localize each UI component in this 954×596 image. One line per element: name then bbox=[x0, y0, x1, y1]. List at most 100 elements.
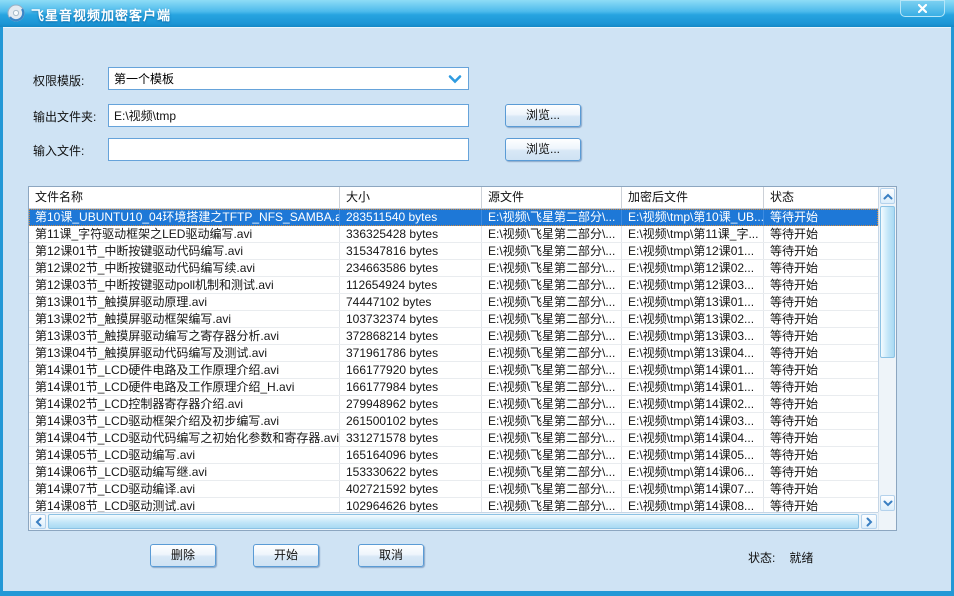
table-cell: 等待开始 bbox=[764, 379, 878, 395]
start-button[interactable]: 开始 bbox=[253, 544, 319, 567]
table-row[interactable]: 第12课02节_中断按键驱动代码编写续.avi234663586 bytesE:… bbox=[29, 260, 878, 277]
table-cell: 336325428 bytes bbox=[340, 226, 482, 242]
table-cell: 等待开始 bbox=[764, 396, 878, 412]
table-cell: 166177920 bytes bbox=[340, 362, 482, 378]
table-cell: E:\视频\飞星第二部分\... bbox=[482, 396, 622, 412]
table-cell: 第14课05节_LCD驱动编写.avi bbox=[29, 447, 340, 463]
table-cell: E:\视频\飞星第二部分\... bbox=[482, 277, 622, 293]
table-row[interactable]: 第13课04节_触摸屏驱动代码编写及测试.avi371961786 bytesE… bbox=[29, 345, 878, 362]
table-cell: 153330622 bytes bbox=[340, 464, 482, 480]
window-title: 飞星音视频加密客户端 bbox=[31, 5, 171, 24]
table-cell: 等待开始 bbox=[764, 243, 878, 259]
table-cell: 165164096 bytes bbox=[340, 447, 482, 463]
table-cell: 166177984 bytes bbox=[340, 379, 482, 395]
scroll-right-button[interactable] bbox=[861, 514, 877, 529]
browse-input-button[interactable]: 浏览... bbox=[505, 138, 581, 161]
column-header[interactable]: 文件名称 bbox=[29, 187, 340, 208]
table-cell: E:\视频\tmp\第14课07... bbox=[622, 481, 764, 497]
table-cell: E:\视频\tmp\第14课02... bbox=[622, 396, 764, 412]
table-row[interactable]: 第12课01节_中断按键驱动代码编写.avi315347816 bytesE:\… bbox=[29, 243, 878, 260]
table-cell: 第14课08节_LCD驱动测试.avi bbox=[29, 498, 340, 512]
output-folder-input[interactable] bbox=[108, 104, 469, 127]
table-row[interactable]: 第14课01节_LCD硬件电路及工作原理介绍.avi166177920 byte… bbox=[29, 362, 878, 379]
scroll-down-button[interactable] bbox=[880, 495, 895, 511]
table-cell: E:\视频\tmp\第14课01... bbox=[622, 379, 764, 395]
table-cell: E:\视频\tmp\第12课03... bbox=[622, 277, 764, 293]
table-cell: 等待开始 bbox=[764, 277, 878, 293]
template-selected-value: 第一个模板 bbox=[114, 70, 448, 87]
close-button[interactable] bbox=[900, 0, 945, 17]
table-cell: 第14课02节_LCD控制器寄存器介绍.avi bbox=[29, 396, 340, 412]
table-cell: E:\视频\tmp\第14课01... bbox=[622, 362, 764, 378]
table-cell: 等待开始 bbox=[764, 464, 878, 480]
scroll-up-button[interactable] bbox=[880, 188, 895, 204]
table-cell: E:\视频\飞星第二部分\... bbox=[482, 294, 622, 310]
app-window: 飞星音视频加密客户端 权限模版: 第一个模板 输出文件夹: 浏览... 输入文件… bbox=[0, 0, 954, 596]
table-cell: 等待开始 bbox=[764, 209, 878, 225]
template-select[interactable]: 第一个模板 bbox=[108, 67, 469, 90]
vertical-scroll-thumb[interactable] bbox=[880, 206, 895, 358]
scroll-left-button[interactable] bbox=[30, 514, 46, 529]
table-cell: 283511540 bytes bbox=[340, 209, 482, 225]
table-cell: E:\视频\tmp\第12课02... bbox=[622, 260, 764, 276]
table-row[interactable]: 第13课03节_触摸屏驱动编写之寄存器分析.avi372868214 bytes… bbox=[29, 328, 878, 345]
table-row[interactable]: 第14课08节_LCD驱动测试.avi102964626 bytesE:\视频\… bbox=[29, 498, 878, 512]
table-cell: 第13课03节_触摸屏驱动编写之寄存器分析.avi bbox=[29, 328, 340, 344]
table-header: 文件名称大小源文件加密后文件状态 bbox=[29, 187, 878, 209]
column-header[interactable]: 大小 bbox=[340, 187, 482, 208]
table-row[interactable]: 第14课04节_LCD驱动代码编写之初始化参数和寄存器.avi331271578… bbox=[29, 430, 878, 447]
table-row[interactable]: 第10课_UBUNTU10_04环境搭建之TFTP_NFS_SAMBA.avi2… bbox=[29, 209, 878, 226]
vertical-scrollbar[interactable] bbox=[878, 187, 896, 512]
table-cell: E:\视频\飞星第二部分\... bbox=[482, 345, 622, 361]
table-cell: 等待开始 bbox=[764, 447, 878, 463]
table-cell: 261500102 bytes bbox=[340, 413, 482, 429]
column-header[interactable]: 状态 bbox=[764, 187, 878, 208]
table-cell: 等待开始 bbox=[764, 498, 878, 512]
table-cell: E:\视频\飞星第二部分\... bbox=[482, 447, 622, 463]
table-row[interactable]: 第14课02节_LCD控制器寄存器介绍.avi279948962 bytesE:… bbox=[29, 396, 878, 413]
column-header[interactable]: 源文件 bbox=[482, 187, 622, 208]
table-cell: E:\视频\tmp\第14课04... bbox=[622, 430, 764, 446]
chevron-left-icon bbox=[35, 517, 42, 527]
table-cell: E:\视频\飞星第二部分\... bbox=[482, 226, 622, 242]
table-row[interactable]: 第14课03节_LCD驱动框架介绍及初步编写.avi261500102 byte… bbox=[29, 413, 878, 430]
table-cell: 234663586 bytes bbox=[340, 260, 482, 276]
table-cell: E:\视频\tmp\第13课04... bbox=[622, 345, 764, 361]
table-cell: E:\视频\飞星第二部分\... bbox=[482, 260, 622, 276]
table-cell: E:\视频\飞星第二部分\... bbox=[482, 498, 622, 512]
delete-button[interactable]: 删除 bbox=[150, 544, 216, 567]
table-cell: 279948962 bytes bbox=[340, 396, 482, 412]
table-row[interactable]: 第12课03节_中断按键驱动poll机制和测试.avi112654924 byt… bbox=[29, 277, 878, 294]
table-cell: 第13课04节_触摸屏驱动代码编写及测试.avi bbox=[29, 345, 340, 361]
horizontal-scrollbar[interactable] bbox=[29, 512, 878, 530]
table-cell: E:\视频\tmp\第14课05... bbox=[622, 447, 764, 463]
table-row[interactable]: 第11课_字符驱动框架之LED驱动编写.avi336325428 bytesE:… bbox=[29, 226, 878, 243]
table-cell: 等待开始 bbox=[764, 226, 878, 242]
table-cell: 第12课01节_中断按键驱动代码编写.avi bbox=[29, 243, 340, 259]
status-label: 状态: bbox=[748, 551, 775, 565]
output-folder-label: 输出文件夹: bbox=[33, 108, 96, 125]
input-file-input[interactable] bbox=[108, 138, 469, 161]
table-row[interactable]: 第14课01节_LCD硬件电路及工作原理介绍_H.avi166177984 by… bbox=[29, 379, 878, 396]
table-cell: E:\视频\tmp\第11课_字... bbox=[622, 226, 764, 242]
column-header[interactable]: 加密后文件 bbox=[622, 187, 764, 208]
table-cell: 112654924 bytes bbox=[340, 277, 482, 293]
table-cell: 第14课06节_LCD驱动编写继.avi bbox=[29, 464, 340, 480]
table-row[interactable]: 第13课01节_触摸屏驱动原理.avi74447102 bytesE:\视频\飞… bbox=[29, 294, 878, 311]
input-file-label: 输入文件: bbox=[33, 142, 84, 159]
table-row[interactable]: 第14课06节_LCD驱动编写继.avi153330622 bytesE:\视频… bbox=[29, 464, 878, 481]
table-row[interactable]: 第14课05节_LCD驱动编写.avi165164096 bytesE:\视频\… bbox=[29, 447, 878, 464]
table-row[interactable]: 第13课02节_触摸屏驱动框架编写.avi103732374 bytesE:\视… bbox=[29, 311, 878, 328]
browse-output-button[interactable]: 浏览... bbox=[505, 104, 581, 127]
table-cell: 第14课04节_LCD驱动代码编写之初始化参数和寄存器.avi bbox=[29, 430, 340, 446]
horizontal-scroll-thumb[interactable] bbox=[48, 514, 859, 529]
table-cell: E:\视频\飞星第二部分\... bbox=[482, 328, 622, 344]
table-cell: 第12课02节_中断按键驱动代码编写续.avi bbox=[29, 260, 340, 276]
table-cell: E:\视频\tmp\第14课08... bbox=[622, 498, 764, 512]
table-row[interactable]: 第14课07节_LCD驱动编译.avi402721592 bytesE:\视频\… bbox=[29, 481, 878, 498]
table-cell: 第12课03节_中断按键驱动poll机制和测试.avi bbox=[29, 277, 340, 293]
table-cell: E:\视频\飞星第二部分\... bbox=[482, 481, 622, 497]
table-cell: E:\视频\tmp\第13课02... bbox=[622, 311, 764, 327]
table-cell: 等待开始 bbox=[764, 362, 878, 378]
cancel-button[interactable]: 取消 bbox=[358, 544, 424, 567]
